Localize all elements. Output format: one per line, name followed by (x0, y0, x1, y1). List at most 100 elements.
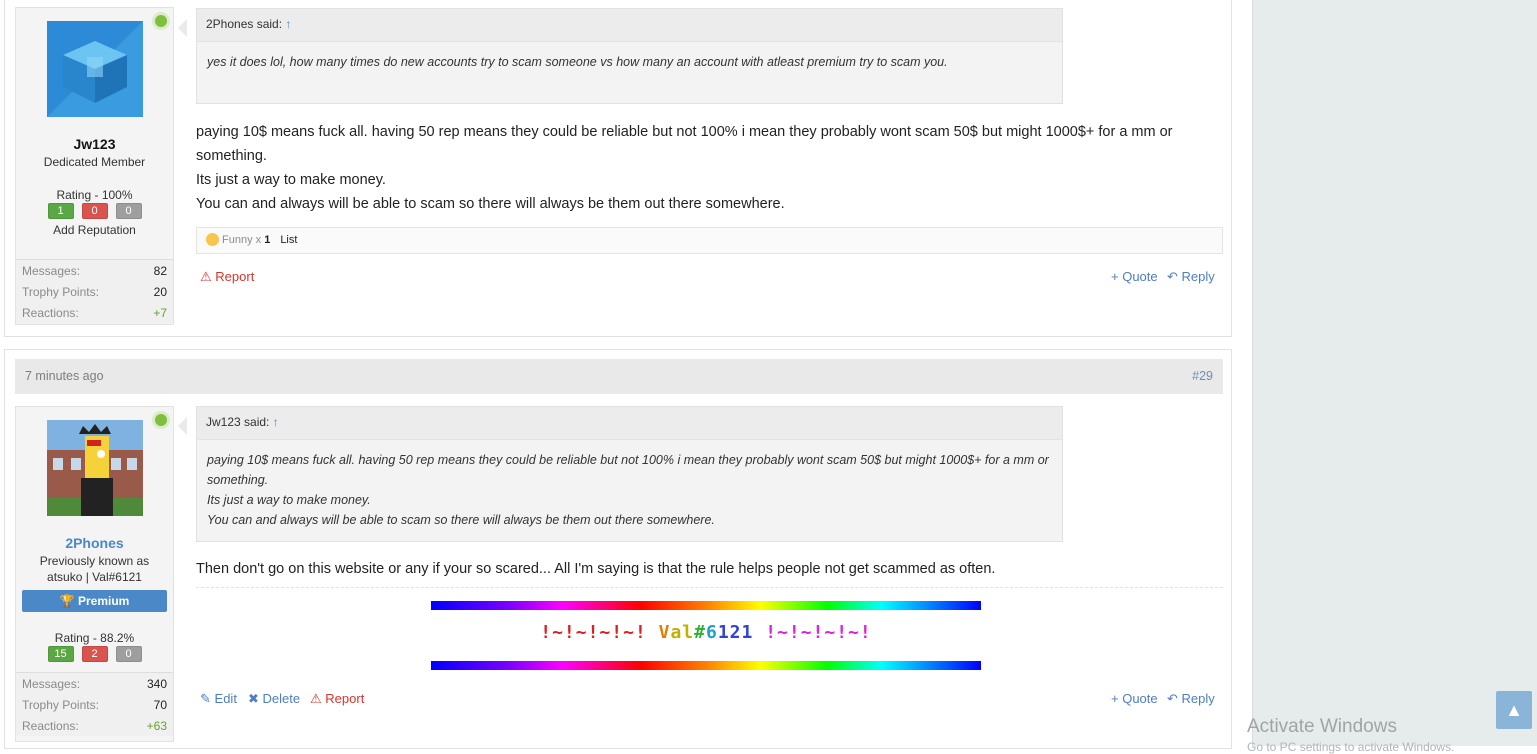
positive-rating-badge[interactable]: 1 (47, 203, 74, 219)
reply-label: Reply (1181, 691, 1215, 706)
stat-label: Trophy Points: (22, 285, 99, 299)
user-info-panel: Jw123 Dedicated Member Rating - 100% 1 0… (15, 7, 174, 325)
online-status-icon (152, 12, 170, 30)
sig-segment: al (670, 622, 695, 643)
sig-segment: V (658, 622, 671, 643)
message-arrow (178, 19, 187, 37)
premium-label: Premium (77, 594, 130, 608)
delete-button[interactable]: ✖ Delete (248, 691, 300, 707)
reaction-count: 1 (264, 234, 271, 246)
stat-messages: Messages: 340 (16, 673, 173, 694)
user-info-panel: 2Phones Previously known as atsuko | Val… (15, 406, 174, 742)
activate-windows-subtext: Go to PC settings to activate Windows. (1247, 740, 1455, 754)
rating-label: Rating - 88.2% (54, 631, 135, 645)
neutral-rating-badge[interactable]: 0 (115, 203, 142, 219)
signature-text: !~!~!~!~! Val#6121 !~!~!~!~! (431, 622, 981, 643)
stat-reactions: Reactions: +63 (16, 715, 173, 736)
stat-messages: Messages: 82 (16, 260, 173, 281)
rating-badges: 15 2 0 (16, 646, 173, 662)
quote-block: 2Phones said: ↑ yes it does lol, how man… (196, 8, 1063, 104)
stat-value: 340 (146, 677, 167, 691)
stat-value: 82 (153, 264, 167, 278)
quote-block: Jw123 said: ↑ paying 10$ means fuck all.… (196, 406, 1063, 542)
quote-line: You can and always will be able to scam … (207, 513, 715, 527)
avatar[interactable] (47, 21, 143, 117)
activate-windows-watermark: Activate Windows (1247, 716, 1397, 737)
reactions-bar: Funny x 1 List (196, 227, 1223, 254)
pencil-icon: ✎ (200, 691, 211, 706)
edit-label: Edit (214, 691, 237, 706)
stat-trophy-points: Trophy Points: 20 (16, 281, 173, 302)
quote-text: paying 10$ means fuck all. having 50 rep… (197, 440, 1062, 530)
go-to-quote-icon[interactable]: ↑ (273, 415, 279, 429)
neutral-rating-badge[interactable]: 0 (115, 646, 142, 662)
stat-label: Messages: (22, 264, 81, 278)
sig-segment: 6 (706, 622, 718, 643)
close-icon: ✖ (248, 691, 259, 706)
message-line: paying 10$ means fuck all. having 50 rep… (196, 124, 1173, 164)
warning-icon: ⚠ (310, 691, 322, 706)
username[interactable]: 2Phones (16, 535, 173, 551)
stat-label: Reactions: (22, 719, 79, 733)
message-line: Its just a way to make money. (196, 172, 386, 188)
post-number[interactable]: #29 (1192, 359, 1213, 394)
quote-button[interactable]: + Quote (1111, 691, 1158, 706)
add-reputation-link[interactable]: Add Reputation (16, 223, 173, 237)
stat-label: Trophy Points: (22, 698, 99, 712)
quote-author: Jw123 said: (206, 415, 273, 429)
avatar[interactable] (47, 420, 143, 516)
stat-value: 70 (153, 698, 167, 712)
delete-label: Delete (262, 691, 301, 706)
reaction-label: Funny x (222, 234, 265, 246)
rating-badges: 1 0 0 (16, 203, 173, 219)
trophy-icon: 🏆 (59, 594, 75, 608)
signature-divider (196, 587, 1223, 588)
post-1: Jw123 Dedicated Member Rating - 100% 1 0… (4, 0, 1232, 337)
sig-segment: !~!~!~!~! (753, 622, 872, 643)
negative-rating-badge[interactable]: 2 (81, 646, 108, 662)
signature-rainbow-bar-top (431, 601, 981, 610)
chevron-up-icon: ▲ (1505, 699, 1523, 720)
message-arrow (178, 417, 187, 435)
stat-value: 20 (153, 285, 167, 299)
quote-line: paying 10$ means fuck all. having 50 rep… (207, 453, 1049, 487)
stat-label: Reactions: (22, 306, 79, 320)
stat-trophy-points: Trophy Points: 70 (16, 694, 173, 715)
post-meta-bar: 7 minutes ago #29 (15, 359, 1223, 394)
quote-text: yes it does lol, how many times do new a… (207, 55, 948, 69)
reply-icon: ↶ (1167, 269, 1178, 284)
report-button[interactable]: ⚠ Report (310, 691, 364, 707)
negative-rating-badge[interactable]: 0 (81, 203, 108, 219)
reply-button[interactable]: ↶ Reply (1167, 691, 1215, 707)
post-timestamp[interactable]: 7 minutes ago (25, 359, 104, 394)
reactions-list-link[interactable]: List (280, 234, 297, 246)
edit-button[interactable]: ✎ Edit (200, 691, 237, 707)
stat-value: +7 (153, 306, 167, 320)
scroll-to-top-button[interactable]: ▲ (1496, 691, 1532, 729)
funny-emoji-icon (206, 232, 219, 246)
post-2: 7 minutes ago #29 2Phones Previously kno… (4, 349, 1232, 749)
stat-value: +63 (146, 719, 167, 733)
go-to-quote-icon[interactable]: ↑ (285, 17, 291, 31)
username[interactable]: Jw123 (16, 136, 173, 152)
stat-label: Messages: (22, 677, 81, 691)
right-sidebar (1252, 0, 1537, 746)
online-status-icon (152, 411, 170, 429)
positive-rating-badge[interactable]: 15 (47, 646, 74, 662)
warning-icon: ⚠ (200, 269, 212, 284)
report-label: Report (325, 691, 365, 706)
quote-header: Jw123 said: ↑ (197, 407, 1062, 440)
reply-label: Reply (1181, 269, 1215, 284)
rating-label: Rating - 100% (56, 188, 133, 202)
quote-line: Its just a way to make money. (207, 493, 371, 507)
premium-banner: 🏆 Premium (22, 590, 167, 612)
sig-segment: 121 (717, 622, 754, 643)
report-button[interactable]: ⚠ Report (200, 269, 254, 285)
reply-icon: ↶ (1167, 691, 1178, 706)
cube-logo-icon (47, 21, 143, 117)
user-stats: Messages: 82 Trophy Points: 20 Reactions: +… (16, 259, 173, 323)
cartoon-avatar-icon (47, 420, 143, 516)
quote-button[interactable]: + Quote (1111, 269, 1158, 284)
stat-reactions: Reactions: +7 (16, 302, 173, 323)
reply-button[interactable]: ↶ Reply (1167, 269, 1215, 285)
